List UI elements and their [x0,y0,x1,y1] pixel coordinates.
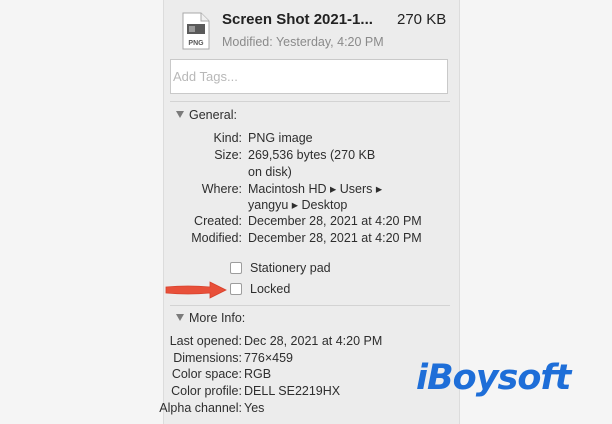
kind-label: Kind: [213,131,243,145]
info-row-where-cont: yangyu ▸ Desktop [0,197,612,214]
size-value-cont: on disk) [248,165,292,179]
color-space-value: RGB [244,367,272,381]
file-size: 270 KB [397,11,447,28]
general-section-toggle[interactable]: General: [176,108,237,122]
info-row-size: Size: 269,536 bytes (270 KB [0,147,612,164]
disclosure-triangle-icon[interactable] [176,111,184,118]
info-row-created: Created: December 28, 2021 at 4:20 PM [0,213,612,230]
locked-label: Locked [250,282,291,296]
info-row-where: Where: Macintosh HD ▸ Users ▸ [0,181,612,198]
divider [170,101,450,102]
icon-label: PNG [188,40,204,47]
info-row-modified: Modified: December 28, 2021 at 4:20 PM [0,230,612,247]
general-header: General: [189,108,237,122]
png-file-icon: PNG [182,12,210,50]
color-profile-value: DELL SE2219HX [244,384,341,398]
more-info-section-toggle[interactable]: More Info: [176,311,245,325]
info-row-kind: Kind: PNG image [0,130,612,147]
created-label: Created: [194,214,242,228]
stationery-pad-checkbox[interactable] [230,262,242,274]
where-value: Macintosh HD ▸ Users ▸ [248,182,383,196]
info-row-alpha-channel: Alpha channel: Yes [0,400,612,417]
color-space-label: Color space: [171,367,242,381]
size-value: 269,536 bytes (270 KB [248,148,376,162]
locked-option[interactable]: Locked [230,282,290,296]
stationery-pad-option[interactable]: Stationery pad [230,261,331,275]
info-row-last-opened: Last opened: Dec 28, 2021 at 4:20 PM [0,333,612,350]
annotation-arrow-icon [165,281,227,299]
dimensions-value: 776×459 [244,351,294,365]
modified-summary: Modified: Yesterday, 4:20 PM [222,35,384,49]
stationery-pad-label: Stationery pad [250,261,331,275]
last-opened-label: Last opened: [169,334,242,348]
divider [170,305,450,306]
iboysoft-watermark: iBoysoft [416,358,571,398]
locked-checkbox[interactable] [230,283,242,295]
size-label: Size: [214,148,242,162]
alpha-channel-label: Alpha channel: [159,401,242,415]
add-tags-field[interactable] [170,59,448,94]
disclosure-triangle-icon[interactable] [176,314,184,321]
created-value: December 28, 2021 at 4:20 PM [248,214,422,228]
color-profile-label: Color profile: [171,384,242,398]
last-opened-value: Dec 28, 2021 at 4:20 PM [244,334,383,348]
dimensions-label: Dimensions: [173,351,242,365]
alpha-channel-value: Yes [244,401,265,415]
info-row-size-cont: on disk) [0,164,612,181]
file-name: Screen Shot 2021-1... [222,11,373,28]
more-info-header: More Info: [189,311,246,325]
modified-value: December 28, 2021 at 4:20 PM [248,231,422,245]
where-value-cont: yangyu ▸ Desktop [248,198,348,212]
where-label: Where: [201,182,242,196]
modified-label: Modified: [191,231,242,245]
kind-value: PNG image [248,131,313,145]
